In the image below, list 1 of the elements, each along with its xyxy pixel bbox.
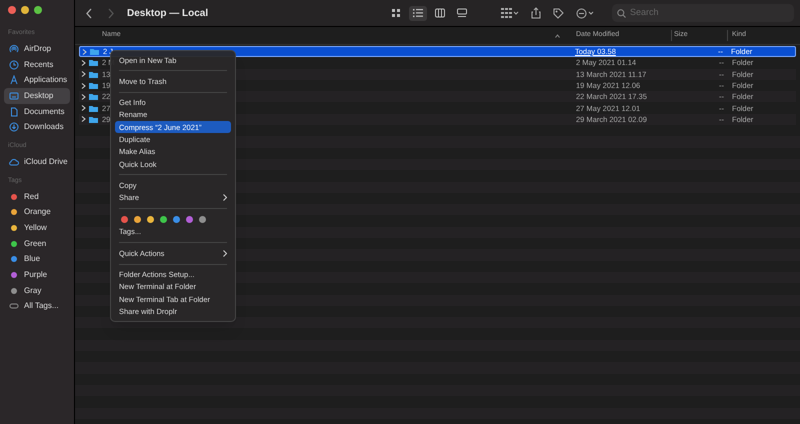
window-title: Desktop — Local (127, 6, 210, 20)
